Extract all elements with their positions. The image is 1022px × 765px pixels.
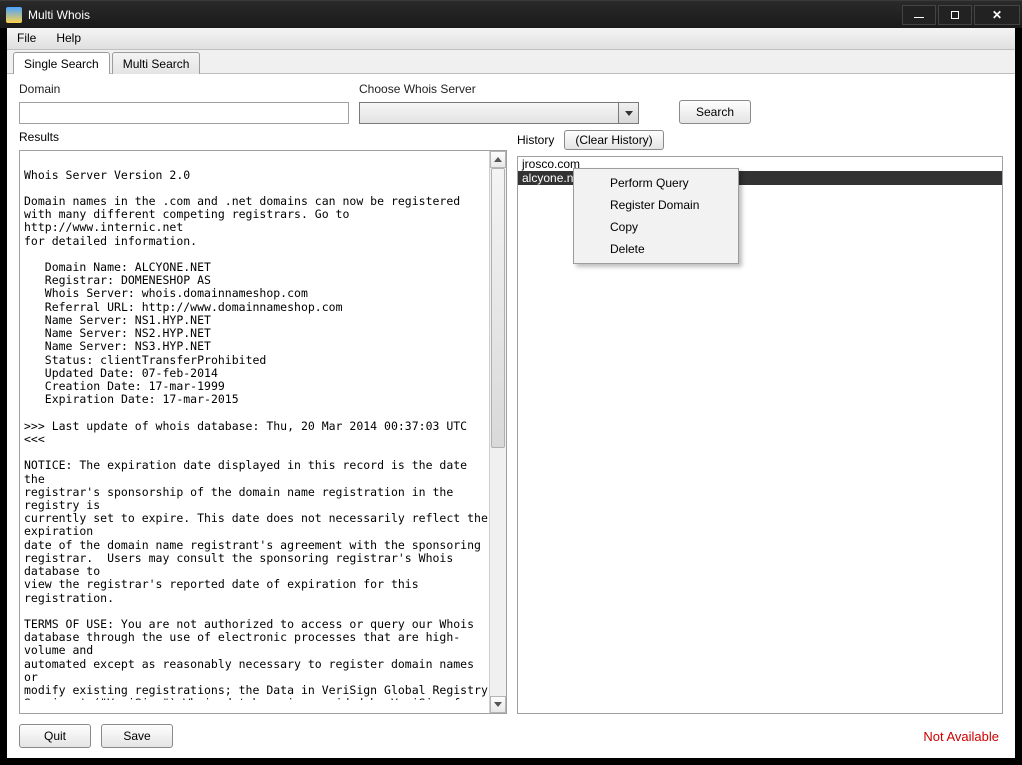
results-history-row: Results Whois Server Version 2.0 Domain … [19, 130, 1003, 714]
app-window: Multi Whois ✕ File Help Single Search Mu… [0, 0, 1022, 765]
window-buttons: ✕ [900, 5, 1020, 25]
scrollbar[interactable] [489, 151, 506, 713]
history-section: History (Clear History) jrosco.comalcyon… [517, 130, 1003, 714]
menu-help[interactable]: Help [46, 28, 91, 49]
context-perform-query[interactable]: Perform Query [576, 172, 736, 194]
quit-button[interactable]: Quit [19, 724, 91, 748]
tab-panel: Domain Choose Whois Server Search [7, 74, 1015, 758]
chevron-down-icon[interactable] [618, 103, 638, 123]
search-button[interactable]: Search [679, 100, 751, 124]
results-text[interactable]: Whois Server Version 2.0 Domain names in… [24, 169, 488, 700]
choose-server-label: Choose Whois Server [359, 82, 639, 96]
app-icon [6, 7, 22, 23]
maximize-button[interactable] [938, 5, 972, 25]
status-text: Not Available [923, 729, 999, 744]
domain-input[interactable] [19, 102, 349, 124]
input-row: Domain Choose Whois Server Search [19, 82, 1003, 124]
history-label: History [517, 133, 554, 147]
whois-server-select[interactable] [359, 102, 639, 124]
scroll-thumb[interactable] [491, 168, 505, 448]
scroll-up-button[interactable] [490, 151, 506, 168]
domain-label: Domain [19, 82, 349, 96]
results-label: Results [19, 130, 507, 144]
context-menu[interactable]: Perform Query Register Domain Copy Delet… [573, 168, 739, 264]
clear-history-button[interactable]: (Clear History) [564, 130, 663, 150]
close-button[interactable]: ✕ [974, 5, 1020, 25]
footer: Quit Save Not Available [19, 714, 1003, 750]
titlebar[interactable]: Multi Whois ✕ [0, 0, 1022, 28]
scroll-track[interactable] [490, 168, 506, 696]
menubar: File Help [7, 28, 1015, 50]
context-copy[interactable]: Copy [576, 216, 736, 238]
tab-multi-search[interactable]: Multi Search [112, 52, 201, 74]
tab-single-search[interactable]: Single Search [13, 52, 110, 74]
window-title: Multi Whois [28, 8, 900, 22]
client-area: File Help Single Search Multi Search Dom… [0, 28, 1022, 765]
results-section: Results Whois Server Version 2.0 Domain … [19, 130, 507, 714]
save-button[interactable]: Save [101, 724, 173, 748]
context-delete[interactable]: Delete [576, 238, 736, 260]
tabstrip: Single Search Multi Search [7, 50, 1015, 74]
menu-file[interactable]: File [7, 28, 46, 49]
context-register-domain[interactable]: Register Domain [576, 194, 736, 216]
scroll-down-button[interactable] [490, 696, 506, 713]
minimize-button[interactable] [902, 5, 936, 25]
results-box: Whois Server Version 2.0 Domain names in… [19, 150, 507, 714]
